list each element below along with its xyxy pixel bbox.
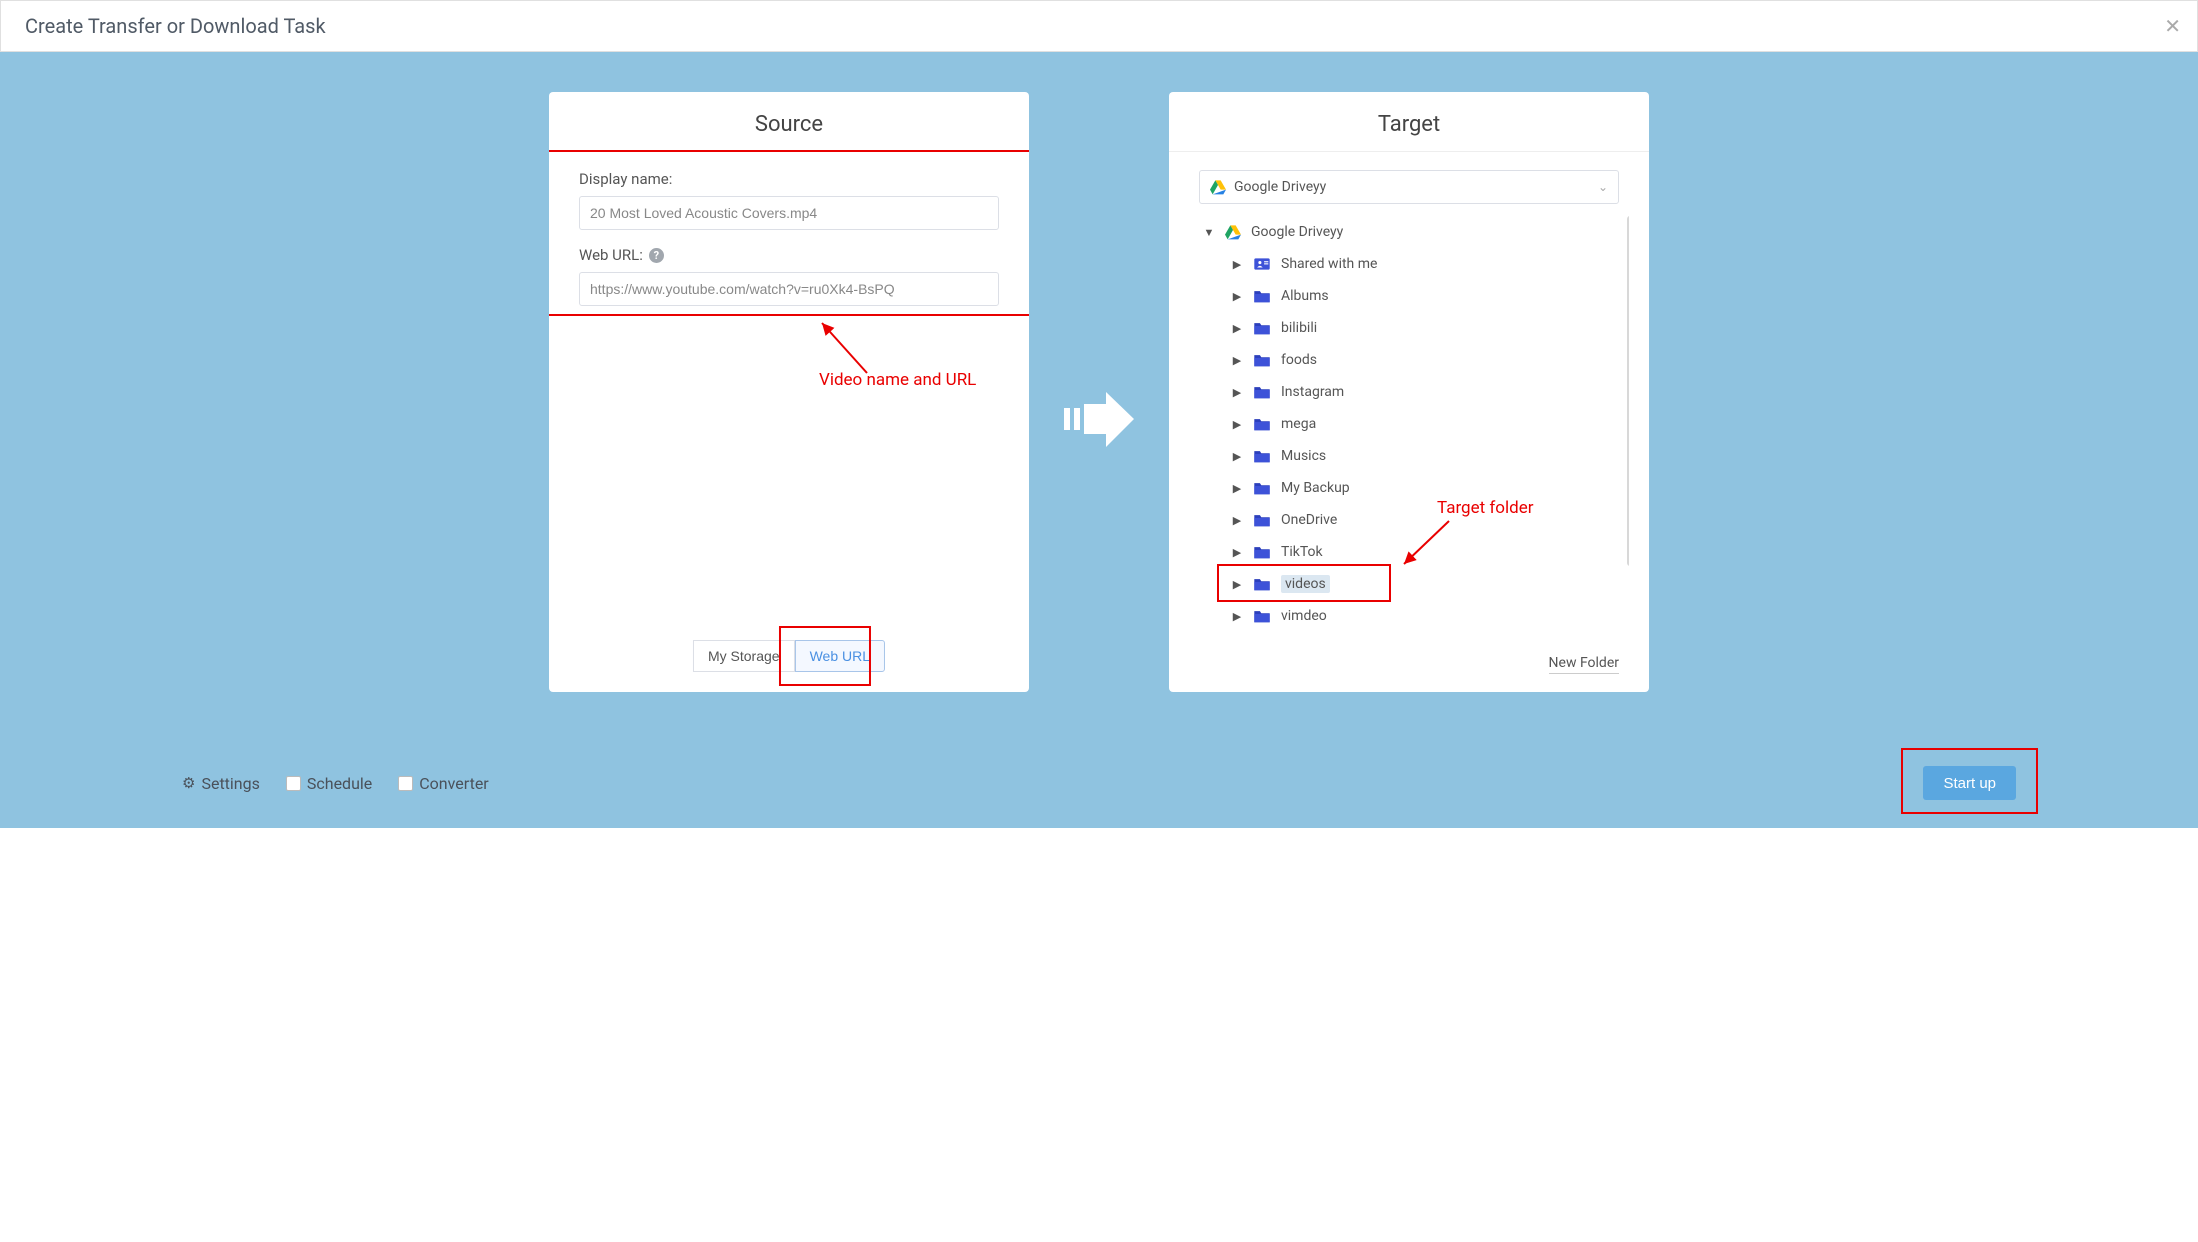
target-panel: Target Google Driveyy ⌄ ▼ xyxy=(1169,92,1649,692)
caret-right-icon: ▶ xyxy=(1231,578,1243,591)
tree-item-label: Instagram xyxy=(1281,384,1344,400)
folder-icon xyxy=(1253,417,1271,431)
bottom-bar: ⚙ Settings Schedule Converter Start up xyxy=(182,766,2016,800)
tree-item[interactable]: ▶ Musics xyxy=(1199,440,1619,472)
tree-item[interactable]: ▶ Shared with me xyxy=(1199,248,1619,280)
caret-right-icon: ▶ xyxy=(1231,610,1243,623)
caret-right-icon: ▶ xyxy=(1231,322,1243,335)
tree-item-label: TikTok xyxy=(1281,544,1323,560)
display-name-label: Display name: xyxy=(579,170,999,188)
tree-item-label: foods xyxy=(1281,352,1317,368)
modal-body: Source Display name: Web URL: ? xyxy=(0,52,2198,828)
tree-item-label: bilibili xyxy=(1281,320,1317,336)
google-drive-icon xyxy=(1210,179,1226,195)
schedule-checkbox[interactable]: Schedule xyxy=(286,774,372,793)
tree-item-label: Albums xyxy=(1281,288,1329,304)
chevron-down-icon: ⌄ xyxy=(1598,180,1608,194)
converter-checkbox[interactable]: Converter xyxy=(398,774,488,793)
folder-icon xyxy=(1253,289,1271,303)
tree-item[interactable]: ▶ Albums xyxy=(1199,280,1619,312)
checkbox-icon xyxy=(286,776,301,791)
caret-down-icon: ▼ xyxy=(1203,226,1215,239)
tree-item[interactable]: ▶ My Backup xyxy=(1199,472,1619,504)
modal-header: Create Transfer or Download Task ✕ xyxy=(0,0,2198,52)
tree-item[interactable]: ▶ foods xyxy=(1199,344,1619,376)
help-icon[interactable]: ? xyxy=(649,248,664,263)
tree-item[interactable]: ▶ videos xyxy=(1199,568,1619,600)
folder-icon xyxy=(1253,385,1271,399)
tree-root[interactable]: ▼ Google Driveyy xyxy=(1199,216,1619,248)
close-icon[interactable]: ✕ xyxy=(2164,14,2181,38)
scrollbar[interactable] xyxy=(1627,216,1629,566)
tree-item-label: Shared with me xyxy=(1281,256,1377,272)
shared-icon xyxy=(1253,257,1271,271)
caret-right-icon: ▶ xyxy=(1231,482,1243,495)
folder-tree: ▼ Google Driveyy ▶Shared with me▶Albums▶… xyxy=(1199,216,1629,646)
start-button[interactable]: Start up xyxy=(1923,766,2016,800)
source-tabs: My Storage Web URL xyxy=(693,640,885,672)
display-name-input[interactable] xyxy=(579,196,999,230)
tree-item[interactable]: ▶ Instagram xyxy=(1199,376,1619,408)
folder-icon xyxy=(1253,449,1271,463)
tree-item[interactable]: ▶ TikTok xyxy=(1199,536,1619,568)
tree-item[interactable]: ▶ vimdeo xyxy=(1199,600,1619,632)
tree-item-label: vimdeo xyxy=(1281,608,1327,624)
source-panel: Source Display name: Web URL: ? xyxy=(549,92,1029,692)
tree-item-label: OneDrive xyxy=(1281,512,1337,528)
tab-web-url[interactable]: Web URL xyxy=(795,640,885,672)
tree-item[interactable]: ▶ bilibili xyxy=(1199,312,1619,344)
folder-icon xyxy=(1253,577,1271,591)
gear-icon: ⚙ xyxy=(182,774,195,792)
web-url-input[interactable] xyxy=(579,272,999,306)
modal-title: Create Transfer or Download Task xyxy=(25,14,326,38)
google-drive-icon xyxy=(1225,224,1241,240)
caret-right-icon: ▶ xyxy=(1231,450,1243,463)
settings-button[interactable]: ⚙ Settings xyxy=(182,774,260,793)
caret-right-icon: ▶ xyxy=(1231,386,1243,399)
target-title: Target xyxy=(1169,92,1649,152)
folder-icon xyxy=(1253,609,1271,623)
source-title: Source xyxy=(549,92,1029,152)
tree-item[interactable]: ▶ OneDrive xyxy=(1199,504,1619,536)
caret-right-icon: ▶ xyxy=(1231,258,1243,271)
caret-right-icon: ▶ xyxy=(1231,290,1243,303)
tab-my-storage[interactable]: My Storage xyxy=(693,640,795,672)
target-account-name: Google Driveyy xyxy=(1234,179,1326,195)
new-folder-button[interactable]: New Folder xyxy=(1549,655,1619,674)
folder-icon xyxy=(1253,545,1271,559)
web-url-label: Web URL: ? xyxy=(579,246,999,264)
caret-right-icon: ▶ xyxy=(1231,354,1243,367)
tree-root-label: Google Driveyy xyxy=(1251,224,1343,240)
transfer-arrow-icon xyxy=(1064,392,1134,451)
tree-item-label: videos xyxy=(1281,575,1330,593)
caret-right-icon: ▶ xyxy=(1231,546,1243,559)
tree-item[interactable]: ▶ mega xyxy=(1199,408,1619,440)
annotation-arrow-source xyxy=(817,318,877,382)
folder-icon xyxy=(1253,513,1271,527)
folder-icon xyxy=(1253,321,1271,335)
tree-item-label: Musics xyxy=(1281,448,1326,464)
tree-item-label: mega xyxy=(1281,416,1316,432)
target-account-selector[interactable]: Google Driveyy ⌄ xyxy=(1199,170,1619,204)
folder-icon xyxy=(1253,353,1271,367)
annotation-text-source: Video name and URL xyxy=(819,370,976,390)
checkbox-icon xyxy=(398,776,413,791)
folder-icon xyxy=(1253,481,1271,495)
caret-right-icon: ▶ xyxy=(1231,418,1243,431)
caret-right-icon: ▶ xyxy=(1231,514,1243,527)
tree-item-label: My Backup xyxy=(1281,480,1350,496)
